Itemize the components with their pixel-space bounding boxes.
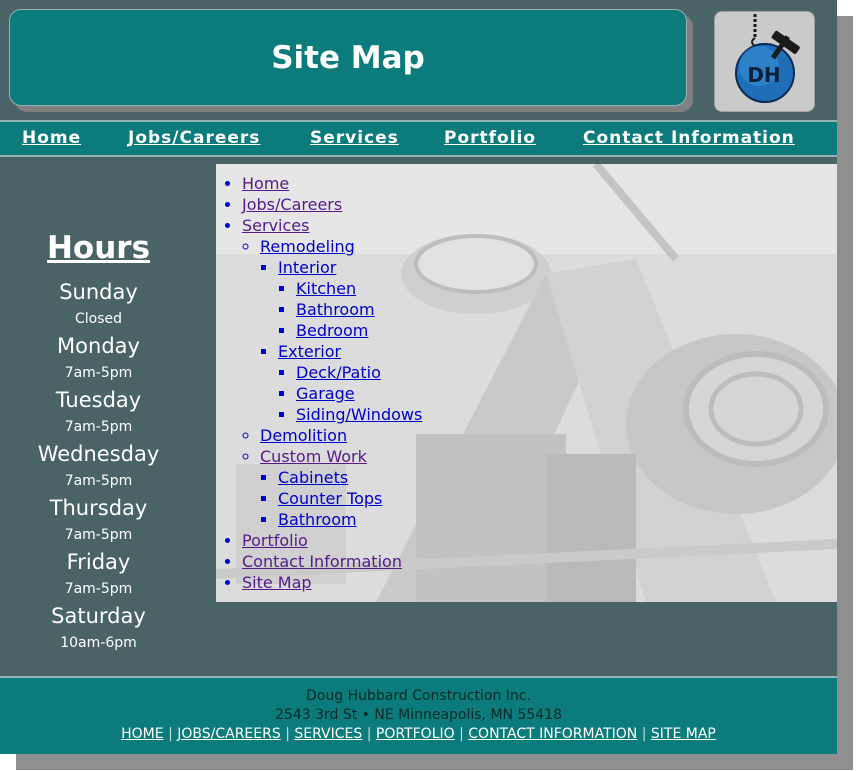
sitemap-link-bathroom[interactable]: Bathroom [296,300,375,319]
sitemap-link-portfolio[interactable]: Portfolio [242,531,308,550]
nav-services[interactable]: Services [310,128,399,148]
nav-home[interactable]: Home [22,128,81,148]
sitemap-link-deck-patio[interactable]: Deck/Patio [296,363,381,382]
list-item: Portfolio [242,530,422,551]
footer-link-home[interactable]: HOME [121,726,163,742]
footer-link-services[interactable]: SERVICES [294,726,362,742]
list-item: Bathroom [278,509,422,530]
page-title-banner: Site Map [9,9,687,106]
list-item: Bedroom [296,320,422,341]
time-label: 7am-5pm [64,365,133,381]
day-label: Monday [57,334,140,358]
day-label: Sunday [59,280,138,304]
hours-panel: Hours Sunday Closed Monday 7am-5pm Tuesd… [0,228,197,656]
list-item: Counter Tops [278,488,422,509]
day-label: Saturday [51,604,146,628]
footer-link-contact-information[interactable]: CONTACT INFORMATION [468,726,637,742]
sitemap-link-custom-work[interactable]: Custom Work [260,447,367,466]
list-item: Home [242,173,422,194]
list-item: Exterior Deck/Patio Garage Siding/Window… [278,341,422,425]
list-item: Custom Work Cabinets Counter Tops Bathro… [260,446,422,530]
list-item: Cabinets [278,467,422,488]
custom-work-sublist: Cabinets Counter Tops Bathroom [260,467,422,530]
sitemap-link-services[interactable]: Services [242,216,309,235]
day-label: Tuesday [55,388,142,412]
footer-separator: | [168,726,173,742]
list-item: Services Remodeling Interior Kitchen Bat… [242,215,422,530]
sitemap-link-contact-information[interactable]: Contact Information [242,552,402,571]
hours-title: Hours [46,230,151,266]
footer-address: 2543 3rd St • NE Minneapolis, MN 55418 [274,707,562,723]
nav-jobs-careers[interactable]: Jobs/Careers [128,128,260,148]
list-item: Jobs/Careers [242,194,422,215]
list-item: Garage [296,383,422,404]
list-item: Demolition [260,425,422,446]
interior-sublist: Kitchen Bathroom Bedroom [278,278,422,341]
sitemap-link-counter-tops[interactable]: Counter Tops [278,489,382,508]
footer-links: HOME | JOBS/CAREERS | SERVICES | PORTFOL… [0,725,837,744]
sitemap-link-remodeling[interactable]: Remodeling [260,237,355,256]
sitemap-link-garage[interactable]: Garage [296,384,355,403]
nav-contact-information[interactable]: Contact Information [583,128,795,148]
sitemap-panel: Home Jobs/Careers Services Remodeling In… [216,164,837,602]
footer-link-portfolio[interactable]: PORTFOLIO [376,726,455,742]
footer-company: Doug Hubbard Construction Inc. [306,688,531,704]
footer-link-jobs-careers[interactable]: JOBS/CAREERS [177,726,281,742]
list-item: Remodeling Interior Kitchen Bathroom Bed… [260,236,422,425]
list-item: Siding/Windows [296,404,422,425]
sitemap-link-home[interactable]: Home [242,174,289,193]
sitemap-link-siding-windows[interactable]: Siding/Windows [296,405,422,424]
list-item: Bathroom [296,299,422,320]
list-item: Contact Information [242,551,422,572]
day-label: Wednesday [37,442,160,466]
footer-separator: | [285,726,290,742]
time-label: Closed [74,311,123,327]
list-item: Site Map [242,572,422,593]
sitemap-link-kitchen[interactable]: Kitchen [296,279,356,298]
sitemap-link-jobs-careers[interactable]: Jobs/Careers [242,195,342,214]
day-label: Thursday [49,496,148,520]
sitemap-link-exterior[interactable]: Exterior [278,342,341,361]
footer-separator: | [366,726,372,742]
day-label: Friday [66,550,131,574]
services-sublist: Remodeling Interior Kitchen Bathroom Bed… [242,236,422,530]
page-title: Site Map [271,39,425,76]
time-label: 7am-5pm [64,473,133,489]
time-label: 7am-5pm [64,581,133,597]
footer-separator: | [641,726,647,742]
sitemap-link-cabinets[interactable]: Cabinets [278,468,348,487]
page-frame: Site Map DH Home Jobs/Careers Services P… [0,0,837,754]
logo-text: DH [747,63,780,87]
main-nav: Home Jobs/Careers Services Portfolio Con… [0,120,837,157]
footer-link-site-map[interactable]: SITE MAP [651,726,716,742]
remodeling-sublist: Interior Kitchen Bathroom Bedroom Exteri… [260,257,422,425]
time-label: 7am-5pm [64,419,133,435]
company-logo[interactable]: DH [714,11,815,112]
logo-graphic: DH [735,14,800,103]
sitemap-list: Home Jobs/Careers Services Remodeling In… [216,173,422,593]
sitemap-link-demolition[interactable]: Demolition [260,426,347,445]
footer-separator: | [459,726,464,742]
sitemap-link-site-map[interactable]: Site Map [242,573,312,592]
list-item: Kitchen [296,278,422,299]
sitemap-link-custom-bathroom[interactable]: Bathroom [278,510,357,529]
time-label: 7am-5pm [64,527,133,543]
list-item: Interior Kitchen Bathroom Bedroom [278,257,422,341]
sitemap-link-interior[interactable]: Interior [278,258,336,277]
footer: Doug Hubbard Construction Inc. 2543 3rd … [0,676,837,754]
sitemap-link-bedroom[interactable]: Bedroom [296,321,368,340]
nav-portfolio[interactable]: Portfolio [444,128,536,148]
list-item: Deck/Patio [296,362,422,383]
exterior-sublist: Deck/Patio Garage Siding/Windows [278,362,422,425]
time-label: 10am-6pm [60,635,137,651]
